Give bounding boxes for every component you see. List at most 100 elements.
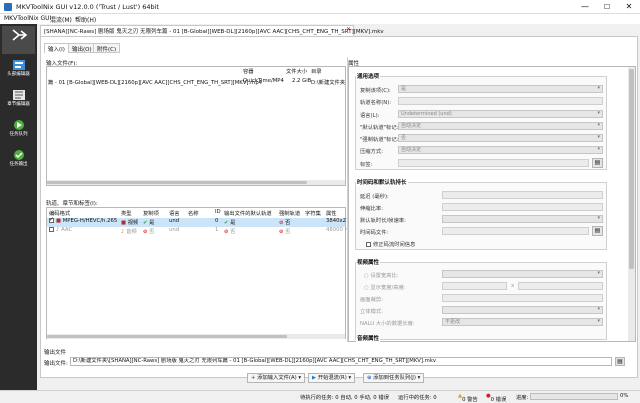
col-forced[interactable]: 强制轨道 xyxy=(279,209,300,217)
no-icon: ⊘ xyxy=(224,229,229,235)
prop-copy-label: 复制该项(C): xyxy=(360,88,391,94)
menu-multiplex[interactable]: 混流(M) xyxy=(50,15,72,24)
properties-vscrollbar[interactable] xyxy=(628,67,635,341)
col-directory[interactable]: 目录 xyxy=(311,67,322,75)
sidebar-item-job-output[interactable]: 任务输出 xyxy=(2,146,35,174)
prop-tags-input[interactable] xyxy=(398,159,589,167)
fix-bitstream-checkbox[interactable] xyxy=(366,242,371,247)
track-id: 1 xyxy=(215,227,219,233)
warnings-count: ▲ 0 警告 xyxy=(458,393,478,403)
output-path-input[interactable]: D:\新建文件夹\[SHANA][NC-Raws] 剧场版 鬼灭之刃 无限列车篇… xyxy=(70,357,612,366)
crop-input[interactable] xyxy=(442,294,603,302)
col-properties[interactable]: 属性 xyxy=(326,209,337,217)
prop-name-label: 轨道名称(N): xyxy=(360,100,392,106)
tracks-hscrollbar[interactable] xyxy=(47,334,345,339)
tracks-header: 编码格式 类型 复制项 语言 名称 ID 输出文件的默认轨道 强制轨道 字符集 … xyxy=(47,209,345,217)
browse-folder-icon[interactable]: ▤ xyxy=(615,357,625,366)
prop-delay-input[interactable] xyxy=(442,191,603,199)
scroll-thumb[interactable] xyxy=(47,181,307,184)
sidebar-item-multiplex[interactable] xyxy=(2,26,35,54)
col-copy[interactable]: 复制项 xyxy=(143,209,159,217)
menu-app[interactable]: MKVToolNix GUI xyxy=(4,15,51,22)
prop-default-combo[interactable]: 自动决定 xyxy=(398,122,603,130)
chapter-editor-icon xyxy=(12,90,25,100)
col-container[interactable]: 容器 xyxy=(243,67,254,75)
track-row[interactable]: ■ MPEG-H/HEVC/h.265 ■ 视频 ✔ 是 und 0 ✔ 是 ⊘… xyxy=(47,216,349,227)
tab-output[interactable]: 输出(O) xyxy=(68,43,96,53)
sidebar-item-header-editor[interactable]: 头部编辑器 xyxy=(2,56,35,84)
display-size-radio[interactable]: ○ xyxy=(364,285,369,291)
input-files-hscrollbar[interactable] xyxy=(47,180,345,185)
tracks-label: 轨道、章节和标签(I): xyxy=(46,201,98,207)
prop-stretch-input[interactable] xyxy=(442,203,603,211)
prop-language-combo[interactable]: Undetermined (und) xyxy=(398,110,603,118)
tab-input[interactable]: 输入(I) xyxy=(44,43,69,53)
header-editor-icon xyxy=(12,60,25,70)
fix-bitstream-row[interactable]: 修正码流时间信息 xyxy=(366,240,415,248)
browse-folder-icon[interactable]: ▤ xyxy=(592,226,603,236)
nalu-size-combo[interactable]: 不更改 xyxy=(442,318,603,326)
col-size[interactable]: 文件大小 xyxy=(286,67,307,75)
col-charset[interactable]: 字符集 xyxy=(305,209,321,217)
timing-title: 时间码和默认轨持长 xyxy=(356,178,408,186)
col-default[interactable]: 输出文件的默认轨道 xyxy=(224,209,272,217)
aspect-ratio-combo[interactable] xyxy=(442,270,603,278)
minimize-button[interactable]: — xyxy=(574,0,596,14)
prop-default-label: "默认轨道"标记: xyxy=(360,125,399,131)
close-tab-icon[interactable]: ✕ xyxy=(346,26,351,33)
track-type-cell: ♪ 音频 xyxy=(121,229,137,235)
track-row[interactable]: ♪ AAC ♪ 音频 ⊘ 否 und 1 ⊘ 否 ⊘ 否 48000 H xyxy=(47,227,349,236)
scroll-thumb[interactable] xyxy=(629,69,634,269)
track-copy-cell: ⊘ 否 xyxy=(143,229,155,235)
tab-attachments[interactable]: 附件(C) xyxy=(93,43,121,53)
sidebar-item-job-queue[interactable]: 任务队列 xyxy=(2,116,35,144)
scroll-thumb[interactable] xyxy=(47,335,287,338)
input-file-size: 2.2 GiB xyxy=(292,78,312,84)
stereo-mode-combo[interactable] xyxy=(442,306,603,314)
running-jobs: 运行中的任务: 0 xyxy=(398,395,437,401)
sidebar: 头部编辑器 章节编辑器 任务队列 任务输出 xyxy=(0,24,37,402)
track-checkbox[interactable] xyxy=(49,216,54,223)
track-checkbox[interactable] xyxy=(49,227,54,232)
add-to-queue-button[interactable]: ⊕ 添加到任务队列(J) ▾ xyxy=(363,373,425,383)
col-language[interactable]: 语言 xyxy=(169,209,180,217)
start-multiplex-button[interactable]: ▶ 开始混流(R) ▾ xyxy=(308,373,356,383)
input-file-name: 篇 - 01 [B-Global][WEB-DL][2160p][AVC AAC… xyxy=(48,80,263,86)
display-height-input[interactable] xyxy=(518,282,603,290)
track-codec-cell: ♪ AAC xyxy=(49,227,72,233)
input-file-row[interactable]: 篇 - 01 [B-Global][WEB-DL][2160p][AVC AAC… xyxy=(47,78,345,86)
prop-framerate-combo[interactable] xyxy=(442,215,603,223)
display-width-input[interactable] xyxy=(442,282,507,290)
browse-folder-icon[interactable]: ▤ xyxy=(592,158,603,168)
progress-bar xyxy=(530,393,618,400)
file-tab[interactable]: [SHANA][NC-Raws] 剧场版 鬼灭之刃 无限列车篇 - 01 [B-… xyxy=(40,25,384,36)
no-icon: ⊘ xyxy=(279,229,284,235)
prop-compression-combo[interactable]: 自动决定 xyxy=(398,146,603,154)
aspect-ratio-row[interactable]: ○ 设置宽高比: xyxy=(364,271,399,279)
maximize-button[interactable]: ☐ xyxy=(596,0,618,14)
add-icon: + xyxy=(251,375,256,381)
general-options-title: 通用选项 xyxy=(356,72,381,80)
app-icon xyxy=(4,3,12,11)
display-size-row[interactable]: ○ 显示宽度/高度: xyxy=(364,283,406,291)
nalu-size-label: NALU 大小的数据长度: xyxy=(360,321,415,327)
prop-compression-label: 压缩方式: xyxy=(360,149,383,155)
no-icon: ⊘ xyxy=(143,229,148,235)
prop-copy-combo[interactable]: 是 xyxy=(398,85,603,93)
aspect-ratio-radio[interactable]: ○ xyxy=(364,273,369,279)
menu-help[interactable]: 帮助(H) xyxy=(75,15,96,24)
prop-timecode-input[interactable] xyxy=(442,227,589,235)
col-name[interactable]: 名称 xyxy=(188,209,199,217)
check-icon: ✔ xyxy=(143,220,148,226)
progress-percent: 0% xyxy=(620,393,629,399)
prop-forced-label: "强制轨道"标记: xyxy=(360,137,399,143)
progress-label: 进度: xyxy=(516,395,529,401)
col-type[interactable]: 类型 xyxy=(121,209,132,217)
sidebar-item-chapter-editor[interactable]: 章节编辑器 xyxy=(2,86,35,114)
add-source-files-button[interactable]: + 添加输入文件(A) ▾ xyxy=(247,373,306,383)
track-language: und xyxy=(169,218,180,224)
prop-name-input[interactable] xyxy=(398,97,603,105)
col-id[interactable]: ID xyxy=(215,209,221,215)
close-button[interactable]: ✕ xyxy=(618,0,640,14)
prop-forced-combo[interactable]: 否 xyxy=(398,134,603,142)
